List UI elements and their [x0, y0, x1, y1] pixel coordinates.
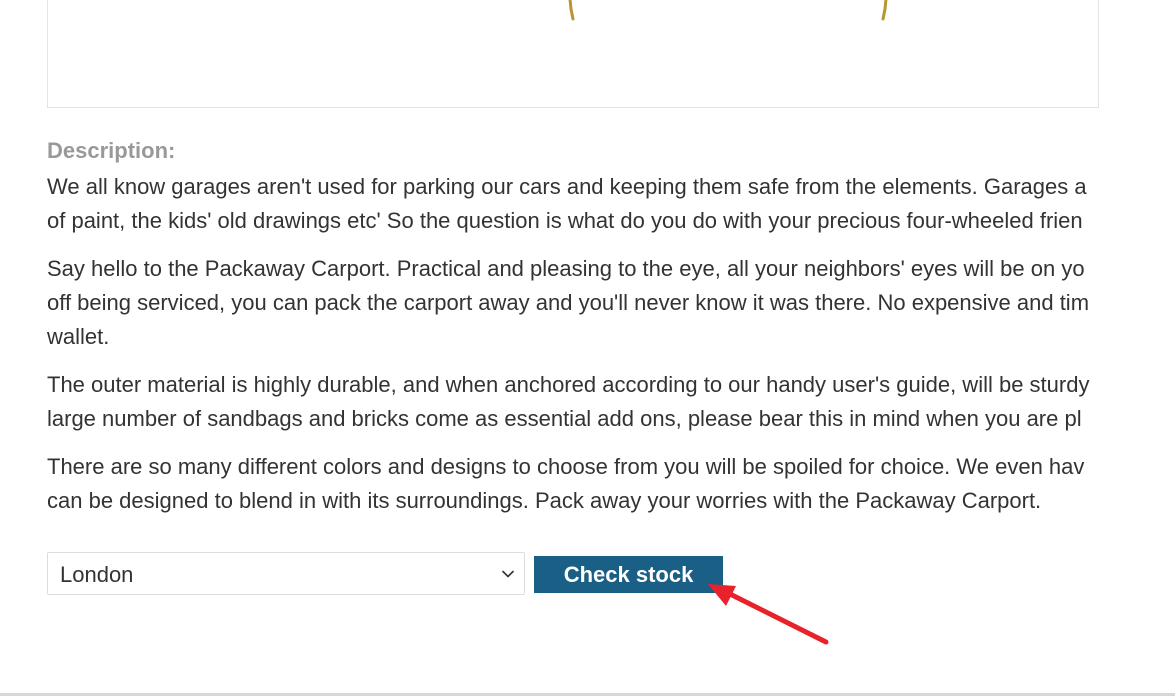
- product-page: Description: We all know garages aren't …: [0, 0, 1175, 696]
- description-line: can be designed to blend in with its sur…: [47, 488, 1042, 513]
- description-line: There are so many different colors and d…: [47, 454, 1085, 479]
- description-label: Description:: [47, 138, 176, 163]
- description-line: wallet.: [47, 324, 110, 349]
- product-image-graphic: [568, 0, 888, 21]
- description-line: large number of sandbags and bricks come…: [47, 406, 1082, 431]
- product-image: [47, 0, 1099, 108]
- store-location-select[interactable]: London: [47, 552, 525, 595]
- chevron-down-icon: [502, 570, 514, 578]
- description-line: off being serviced, you can pack the car…: [47, 290, 1090, 315]
- check-stock-button[interactable]: Check stock: [534, 556, 723, 593]
- store-location-value: London: [60, 562, 134, 587]
- description-paragraph: There are so many different colors and d…: [47, 450, 1175, 518]
- description-line: We all know garages aren't used for park…: [47, 174, 1087, 199]
- description-line: The outer material is highly durable, an…: [47, 372, 1090, 397]
- description-paragraph: We all know garages aren't used for park…: [47, 170, 1175, 238]
- description-paragraph: The outer material is highly durable, an…: [47, 368, 1175, 436]
- description-line: Say hello to the Packaway Carport. Pract…: [47, 256, 1085, 281]
- description-paragraph: Say hello to the Packaway Carport. Pract…: [47, 252, 1175, 354]
- description-line: of paint, the kids' old drawings etc' So…: [47, 208, 1083, 233]
- description-body: We all know garages aren't used for park…: [47, 170, 1175, 532]
